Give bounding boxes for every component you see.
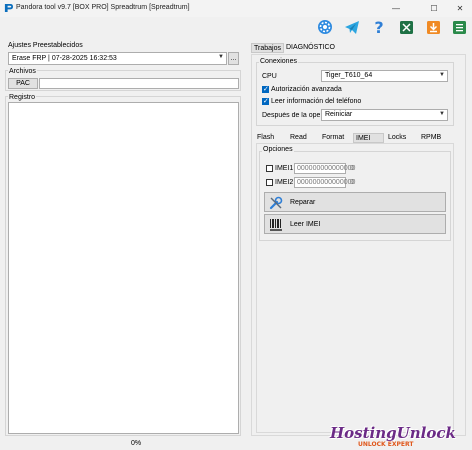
maximize-button[interactable]: ☐ (423, 1, 445, 16)
watermark-tagline: UNLOCK EXPERT (358, 441, 414, 448)
read-imei-button[interactable]: Leer IMEI (264, 214, 446, 234)
imei2-label: IMEI2 (275, 179, 294, 186)
window-title: Pandora tool v9.7 [BOX PRO] Spreadtrum [… (16, 4, 190, 11)
after-op-value: Reiniciar (325, 111, 353, 118)
read-info-label: Leer información del teléfono (271, 98, 362, 105)
imei1-field[interactable]: 000000000000000 (294, 163, 355, 174)
title-bar: Pandora tool v9.7 [BOX PRO] Spreadtrum [… (0, 0, 472, 17)
download-icon[interactable] (423, 17, 443, 37)
imei1-count: 0 (350, 165, 354, 172)
after-op-select[interactable]: Reiniciar ▼ (321, 109, 448, 121)
close-button[interactable]: ✕ (449, 1, 471, 16)
app-logo-icon (4, 3, 13, 13)
menu-icon[interactable] (449, 17, 469, 37)
pac-button[interactable]: PAC (8, 78, 38, 89)
imei1-checkbox[interactable] (266, 165, 273, 172)
chevron-down-icon: ▼ (439, 72, 445, 78)
auto-auth-checkbox[interactable] (262, 85, 269, 93)
connections-label: Conexiones (259, 58, 298, 65)
subtab-imei[interactable]: IMEI (353, 133, 384, 143)
watermark-logo: HostingUnlock (330, 424, 456, 442)
cpu-select[interactable]: Tiger_T610_64 ▼ (321, 70, 448, 82)
tab-trabajos[interactable]: Trabajos (251, 43, 284, 53)
pac-path-field[interactable] (39, 78, 239, 89)
preset-value: Erase FRP | 07-28-2025 16:32:53 (12, 55, 117, 62)
imei2-count: 0 (350, 179, 354, 186)
after-op-label: Después de la operac (262, 112, 320, 119)
imei2-checkbox[interactable] (266, 179, 273, 186)
chevron-down-icon: ▼ (439, 111, 445, 117)
options-label: Opciones (262, 146, 294, 153)
tab-diagnostico[interactable]: DIAGNÓSTICO (284, 43, 337, 53)
subtab-format[interactable]: Format (320, 133, 346, 143)
files-label: Archivos (8, 68, 37, 75)
barcode-icon (270, 219, 282, 231)
subtab-locks[interactable]: Locks (386, 133, 408, 143)
log-label: Registro (8, 94, 37, 101)
help-icon[interactable]: ? (369, 17, 389, 37)
progress-text: 0% (131, 440, 142, 447)
repair-label: Reparar (290, 199, 316, 206)
preset-select[interactable]: Erase FRP | 07-28-2025 16:32:53 ▼ (8, 52, 227, 65)
subtab-read[interactable]: Read (288, 133, 309, 143)
gear-icon[interactable] (315, 17, 335, 37)
cpu-label: CPU (262, 73, 277, 80)
repair-button[interactable]: Reparar (264, 192, 446, 212)
read-imei-label: Leer IMEI (290, 221, 321, 228)
read-info-checkbox[interactable] (262, 97, 269, 105)
imei1-label: IMEI1 (275, 165, 294, 172)
presets-label: Ajustes Preestablecidos (8, 42, 83, 49)
log-area[interactable] (8, 102, 239, 434)
auto-auth-label: Autorización avanzada (271, 86, 342, 93)
excel-icon[interactable] (396, 17, 416, 37)
subtab-rpmb[interactable]: RPMB (419, 133, 443, 143)
preset-browse-button[interactable]: ... (228, 52, 239, 65)
telegram-icon[interactable] (342, 17, 362, 37)
cpu-value: Tiger_T610_64 (325, 72, 373, 79)
chevron-down-icon: ▼ (218, 54, 224, 60)
minimize-button[interactable]: — (385, 1, 407, 16)
imei2-field[interactable]: 000000000000000 (294, 177, 355, 188)
wrench-icon (269, 196, 283, 210)
subtab-flash[interactable]: Flash (255, 133, 276, 143)
